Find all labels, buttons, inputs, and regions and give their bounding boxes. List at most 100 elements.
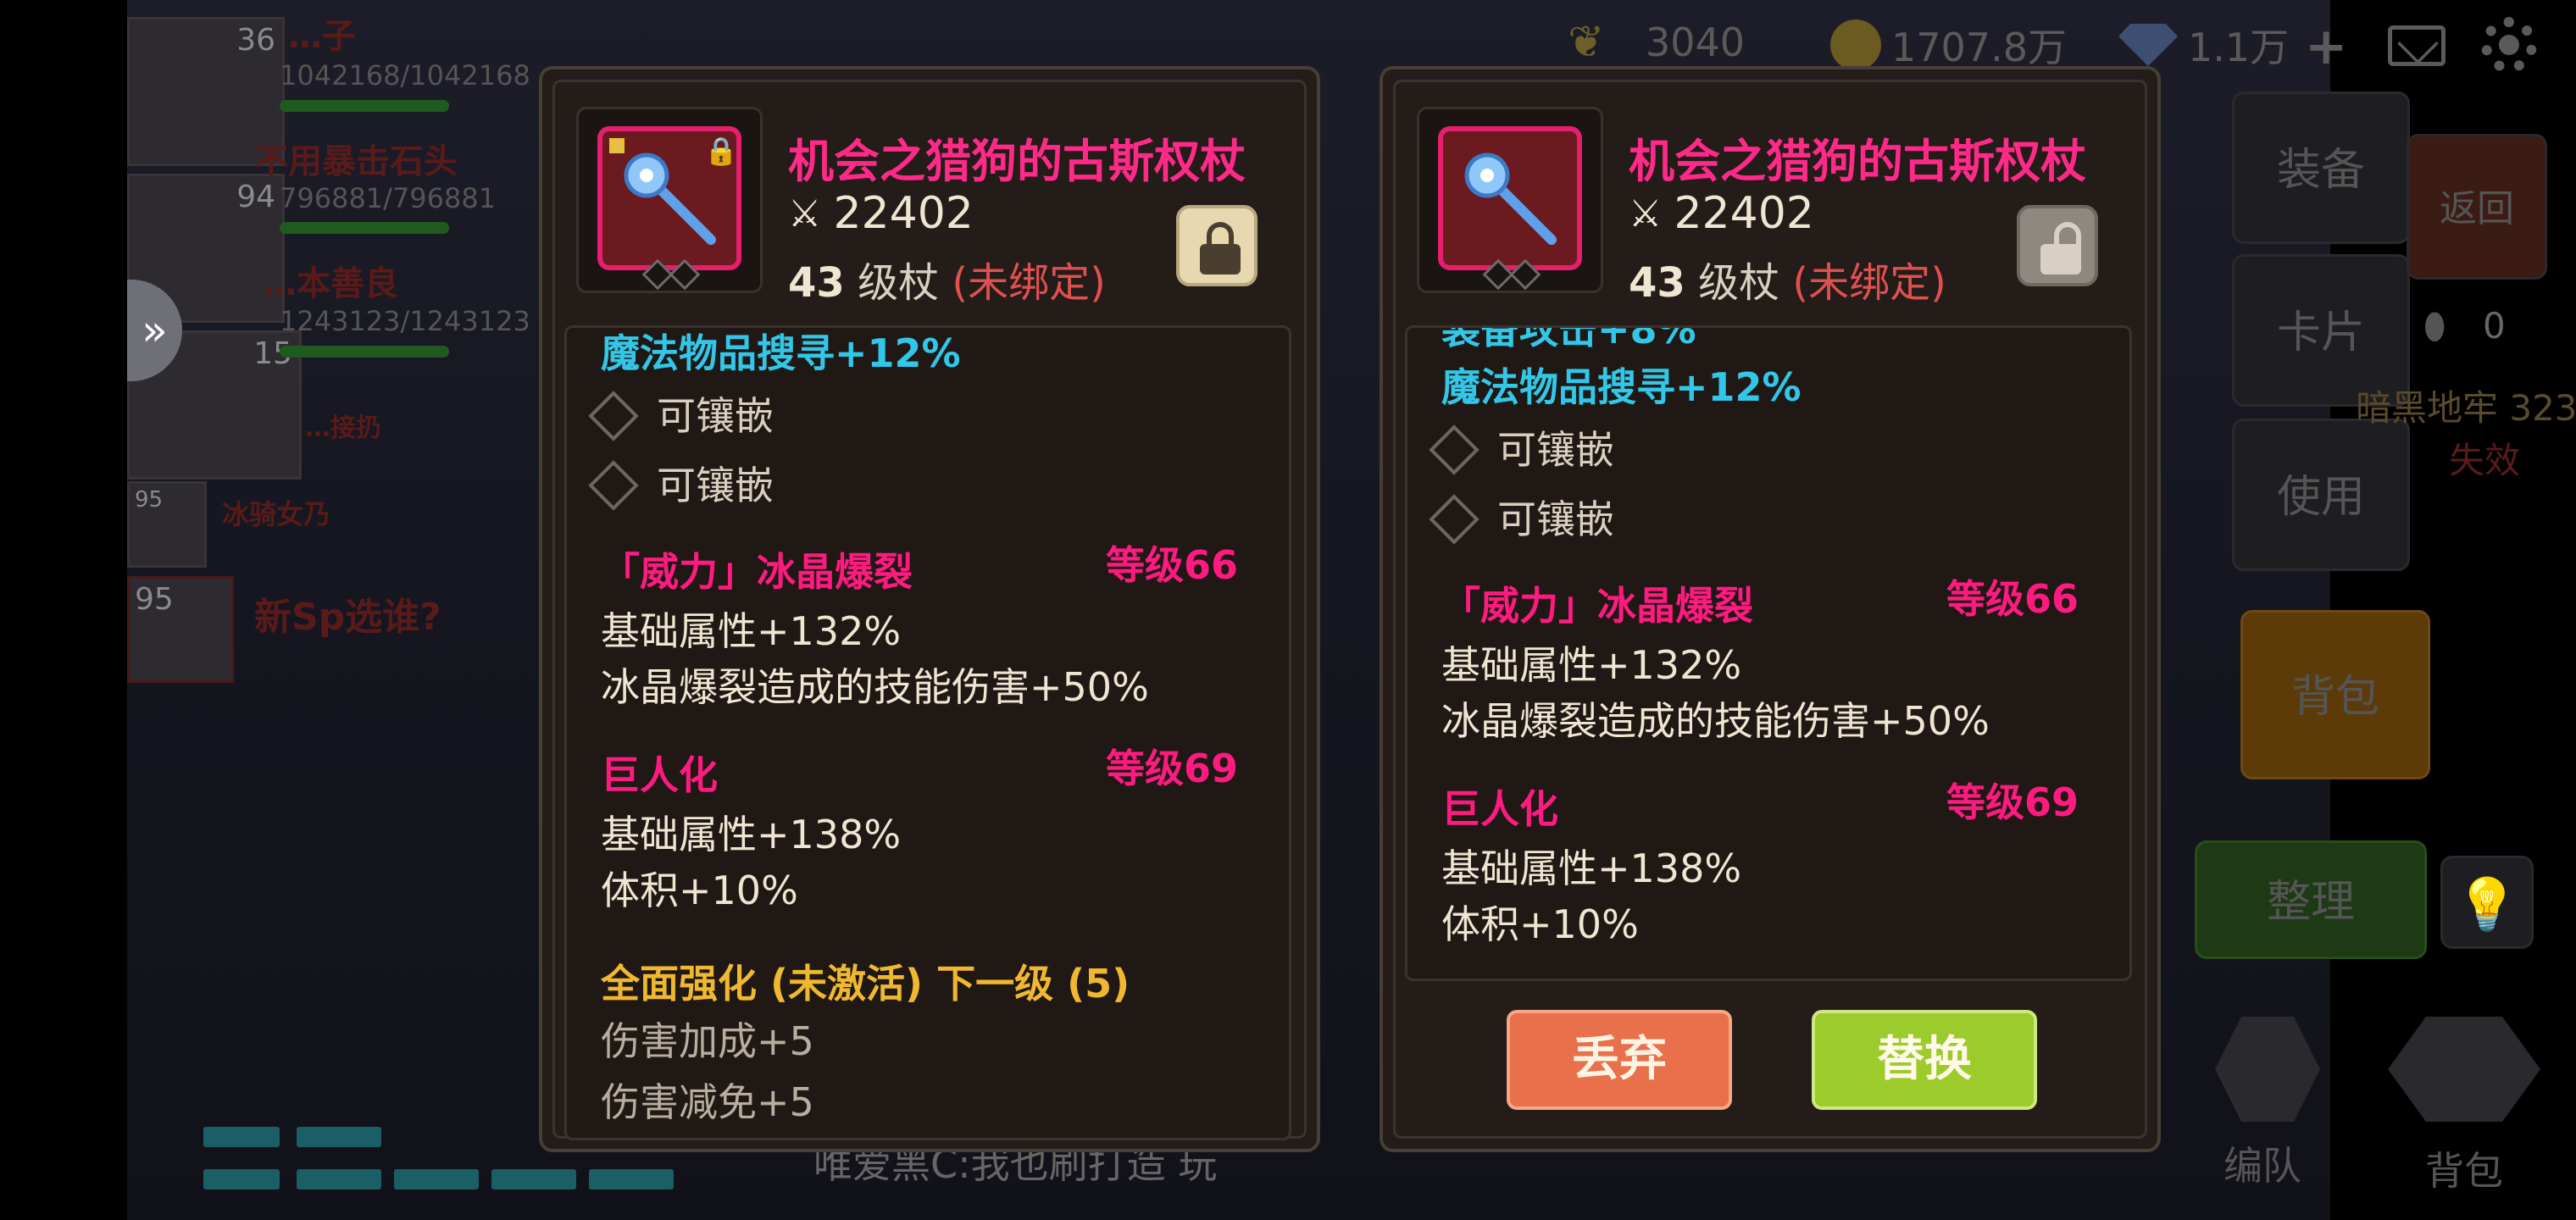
magic-find-stat: 魔法物品搜寻+12% [1441, 364, 1802, 410]
item-level: 43 级杖 (未绑定) [788, 249, 1106, 308]
party-member-name: …接扔 [305, 413, 381, 443]
magic-find-stat: 魔法物品搜寻+12% [601, 330, 961, 376]
level-type: 级杖 [1698, 259, 1780, 307]
socket-slot-1[interactable]: 可镶嵌 [1429, 419, 1614, 475]
skill2-level: 等级69 [1946, 779, 2079, 825]
gems-value: 1.1万 [2188, 25, 2290, 70]
item-icon-frame[interactable] [1417, 107, 1603, 293]
backpack-icon[interactable] [2388, 1017, 2540, 1122]
crossed-swords-icon: ⚔ [788, 191, 822, 236]
set-bonus-header: 全面强化 (未激活) 下一级 (5) [601, 961, 1130, 1006]
mail-icon [2388, 25, 2446, 66]
scepter-icon [1438, 126, 1582, 270]
set-bonus-line1: 伤害加成+5 [601, 1018, 814, 1064]
bag-button[interactable]: 背包 [2240, 610, 2430, 779]
sort-button[interactable]: 整理 [2195, 840, 2427, 959]
back-button-label: 返回 [2440, 187, 2514, 230]
empty-socket-icon [588, 459, 639, 511]
skill1-level: 等级66 [1105, 542, 1238, 588]
skill1-line1: 基础属性+132% [1441, 642, 1742, 688]
party-member-hp: 1042168/1042168 [280, 59, 530, 92]
level-type: 级杖 [858, 259, 940, 307]
skill1-name: 「威力」冰晶爆裂 [601, 549, 913, 595]
set-bonus-line2: 伤害减免+5 [601, 1079, 814, 1125]
party-member-name: 新Sp选谁? [254, 596, 441, 639]
item-power: ⚔ 22402 [788, 188, 974, 239]
empty-socket-icon [1429, 493, 1480, 545]
back-button[interactable]: 返回 [2407, 134, 2547, 280]
skill1-line2: 冰晶爆裂造成的技能伤害+50% [601, 664, 1149, 710]
add-gems-button[interactable]: + [2305, 17, 2347, 76]
gems-display: 1.1万 [2118, 17, 2289, 73]
dungeon-label: 暗黑地牢 323层 [2356, 387, 2576, 429]
status-label: 失效 [2449, 440, 2521, 481]
trophy-display: ❦ 3040 [1568, 17, 1745, 68]
lock-toggle-button[interactable] [2017, 205, 2098, 286]
item-name: 机会之猎狗的古斯权杖 [788, 135, 1246, 188]
trophy-value: 3040 [1646, 19, 1746, 65]
party-member-name: …本善良 [263, 264, 398, 303]
level-value: 43 [788, 259, 845, 307]
lightbulb-icon: 💡 [2455, 875, 2519, 934]
gold-coin-icon [1830, 19, 1881, 70]
mail-button[interactable] [2388, 25, 2446, 66]
equip-tab[interactable]: 装备 [2232, 92, 2410, 244]
skill2-line2: 体积+10% [601, 868, 798, 913]
item-power: ⚔ 22402 [1629, 188, 1814, 239]
skill2-line1: 基础属性+138% [601, 812, 902, 857]
party-member-level: 94 [236, 180, 275, 214]
party-member-hp: 1243123/1243123 [280, 305, 530, 337]
hp-bar [280, 222, 449, 234]
small-lock-icon: 🔒 [704, 135, 738, 167]
skill2-name: 巨人化 [1441, 786, 1558, 832]
empty-socket-icon [1429, 424, 1480, 475]
item-icon-frame[interactable]: 🔒 [576, 107, 763, 293]
replace-button[interactable]: 替换 [1812, 1010, 2037, 1110]
skill1-line2: 冰晶爆裂造成的技能伤害+50% [1441, 698, 1990, 744]
power-value: 22402 [1674, 188, 1814, 239]
gem-icon [2118, 24, 2178, 66]
settings-button[interactable] [2481, 17, 2537, 73]
party-member-level: 95 [135, 582, 174, 617]
party-member-hp: 796881/796881 [280, 182, 497, 214]
gold-value: 1707.8万 [1891, 25, 2067, 70]
party-member-name: …子 [288, 17, 356, 56]
discard-button[interactable]: 丢弃 [1507, 1010, 1732, 1110]
skill2-line1: 基础属性+138% [1441, 846, 1742, 891]
party-member-5[interactable]: 95 [127, 576, 234, 683]
new-item-panel: 机会之猎狗的古斯权杖 ⚔ 22402 43 级杖 (未绑定) 装备攻击+8% 魔… [1380, 66, 2161, 1152]
plus-icon: + [2305, 17, 2348, 76]
current-item-panel: 🔒 机会之猎狗的古斯权杖 ⚔ 22402 43 级杖 (未绑定) 魔法物品搜寻+… [539, 66, 1320, 1152]
bag-button-label: 背包 [2290, 672, 2379, 723]
socket-slot-1[interactable]: 可镶嵌 [588, 385, 774, 441]
skill1-line1: 基础属性+132% [601, 608, 902, 654]
cut-off-stat: 装备攻击+8% [1441, 325, 1696, 352]
skill1-name: 「威力」冰晶爆裂 [1441, 583, 1753, 629]
empty-socket-icon [588, 390, 639, 441]
lock-open-icon [2040, 244, 2081, 274]
shard-count: 0 [2483, 305, 2506, 347]
skill2-level: 等级69 [1105, 746, 1238, 791]
socket-slot-2[interactable]: 可镶嵌 [588, 455, 774, 511]
attributes-box[interactable]: 装备攻击+8% 魔法物品搜寻+12% 可镶嵌 可镶嵌 「威力」冰晶爆裂 等级66… [1405, 325, 2132, 981]
bag-nav-label: 背包 [2425, 1148, 2503, 1194]
bind-status: (未绑定) [1792, 259, 1946, 307]
use-tab[interactable]: 使用 [2232, 419, 2410, 571]
item-name: 机会之猎狗的古斯权杖 [1629, 135, 2086, 188]
gem-shard-icon: ⬮ [2423, 305, 2446, 347]
use-tab-label: 使用 [2276, 472, 2365, 523]
hint-button[interactable]: 💡 [2440, 856, 2534, 949]
bind-status: (未绑定) [952, 259, 1106, 307]
skill1-level: 等级66 [1946, 576, 2079, 622]
skill2-name: 巨人化 [601, 752, 718, 798]
party-member-name: 不用暴击石头 [254, 142, 458, 181]
chevron-right-icon: » [142, 306, 168, 355]
laurel-icon: ❦ [1568, 17, 1605, 68]
party-member-level: 95 [135, 487, 164, 513]
gold-display: 1707.8万 [1830, 17, 2067, 73]
party-member-level: 36 [236, 23, 275, 58]
lock-toggle-button[interactable] [1176, 205, 1257, 286]
party-member-4[interactable]: 95 [127, 481, 207, 568]
socket-slot-2[interactable]: 可镶嵌 [1429, 489, 1614, 545]
gear-icon [2481, 17, 2537, 73]
